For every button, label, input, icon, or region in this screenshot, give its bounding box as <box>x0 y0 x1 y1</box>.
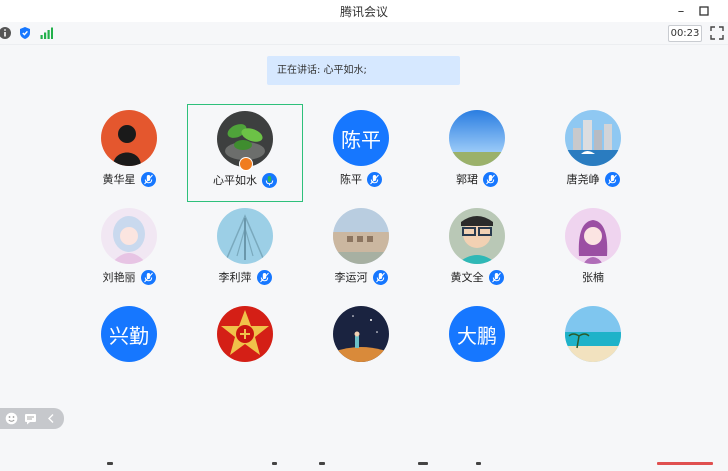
participant-name-row: 张楠 <box>535 268 651 286</box>
participant-name-row: 心平如水 <box>188 171 302 189</box>
participant-name: 黄文全 <box>450 271 484 284</box>
participant-name-row: 黄华星 <box>71 170 187 188</box>
participant-avatar: 陈平 <box>333 110 389 166</box>
participant-name: 李利萍 <box>218 271 252 284</box>
mic-muted-icon <box>140 171 156 187</box>
participant-name: 张楠 <box>582 271 604 284</box>
participant-name-row: 李运河 <box>303 268 419 286</box>
participant-name-row: 李利萍 <box>187 268 303 286</box>
participant-tile[interactable]: 李利萍 <box>187 202 303 300</box>
toolbar-edge-mark <box>107 462 113 465</box>
participant-tile[interactable] <box>535 300 651 398</box>
participant-name-row: 陈平 <box>303 170 419 188</box>
participant-name-row: 郭珺 <box>419 170 535 188</box>
participant-name-row: 刘艳丽 <box>71 268 187 286</box>
participant-avatar <box>565 306 621 362</box>
end-meeting-edge[interactable] <box>657 462 713 465</box>
host-badge-icon <box>239 157 253 171</box>
mic-muted-icon <box>488 269 504 285</box>
mic-muted-icon <box>604 171 620 187</box>
toolbar-edge-mark <box>418 462 428 465</box>
toolbar-edge-mark <box>476 462 481 465</box>
toolbar-edge-mark <box>272 462 277 465</box>
participant-tile[interactable]: 李运河 <box>303 202 419 300</box>
participant-avatar <box>565 208 621 264</box>
participant-tile[interactable] <box>187 300 303 398</box>
mic-muted-icon <box>140 269 156 285</box>
participant-name: 陈平 <box>340 173 362 186</box>
mic-muted-icon <box>367 171 382 187</box>
participant-name: 刘艳丽 <box>102 271 136 284</box>
participant-name: 李运河 <box>334 271 368 284</box>
collapse-chevron-icon[interactable] <box>45 412 58 425</box>
participant-avatar <box>449 208 505 264</box>
participant-name: 心平如水 <box>213 174 257 187</box>
participant-name: 黄华星 <box>102 173 136 186</box>
participant-name: 唐尧峥 <box>566 173 600 186</box>
participant-tile[interactable]: 大鹏 <box>419 300 535 398</box>
participant-name: 郭珺 <box>456 173 478 186</box>
participant-avatar: 大鹏 <box>449 306 505 362</box>
participant-name-row: 黄文全 <box>419 268 535 286</box>
participant-tile[interactable]: 兴勤 <box>71 300 187 398</box>
mic-speaking-icon <box>262 172 277 188</box>
participant-tile[interactable]: 陈平 陈平 <box>303 104 419 202</box>
participant-tile[interactable]: 唐尧峥 <box>535 104 651 202</box>
participant-tile[interactable]: 张楠 <box>535 202 651 300</box>
participant-avatar <box>217 306 273 362</box>
chat-icon[interactable] <box>24 412 37 425</box>
participant-name-row: 唐尧峥 <box>535 170 651 188</box>
mini-control-bar[interactable] <box>0 408 64 429</box>
participant-avatar: 兴勤 <box>101 306 157 362</box>
mic-muted-icon <box>256 269 272 285</box>
participant-avatar <box>217 208 273 264</box>
toolbar-edge-mark <box>319 462 325 465</box>
participant-tile[interactable]: 心平如水 <box>187 104 303 202</box>
participant-grid: 黄华星 心平如水 陈平 陈平 郭珺 唐尧峥 刘艳丽 李利萍 李运河 黄文全 张楠 兴勤 大鹏 <box>0 0 728 471</box>
participant-avatar <box>101 208 157 264</box>
participant-tile[interactable]: 黄华星 <box>71 104 187 202</box>
participant-tile[interactable]: 刘艳丽 <box>71 202 187 300</box>
participant-tile[interactable]: 黄文全 <box>419 202 535 300</box>
mic-muted-icon <box>483 171 498 187</box>
participant-avatar <box>449 110 505 166</box>
participant-avatar <box>565 110 621 166</box>
mic-muted-icon <box>372 269 388 285</box>
participant-tile[interactable] <box>303 300 419 398</box>
participant-tile[interactable]: 郭珺 <box>419 104 535 202</box>
participant-avatar <box>333 306 389 362</box>
emoji-icon[interactable] <box>5 412 18 425</box>
participant-avatar <box>333 208 389 264</box>
participant-avatar <box>101 110 157 166</box>
